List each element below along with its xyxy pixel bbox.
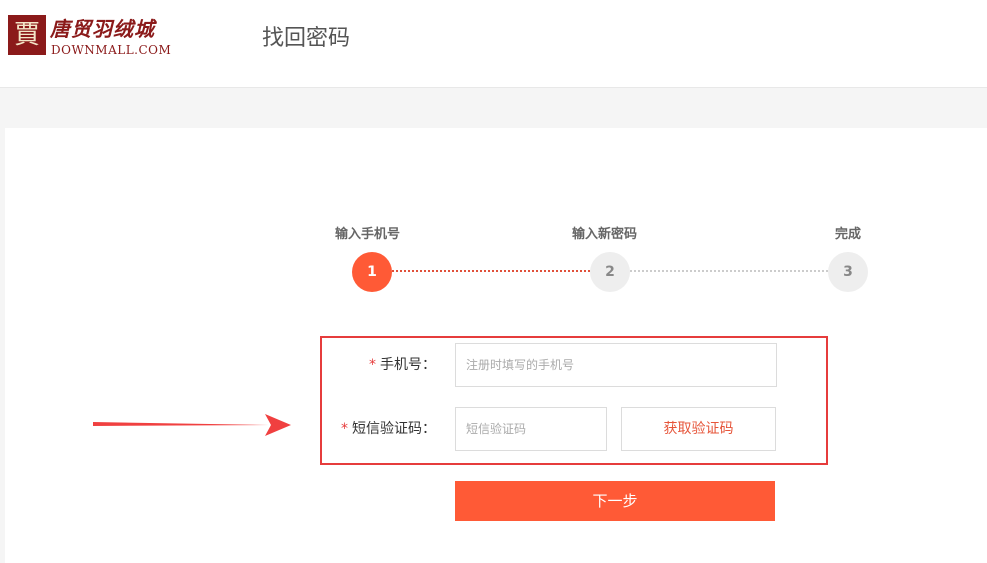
next-step-button[interactable]: 下一步 xyxy=(455,481,775,521)
logo-seal-icon[interactable]: 賈 xyxy=(8,15,46,55)
sms-code-input[interactable] xyxy=(455,407,607,451)
page-title: 找回密码 xyxy=(262,26,351,51)
get-code-button[interactable]: 获取验证码 xyxy=(621,407,776,451)
required-mark: * xyxy=(341,421,348,437)
logo-text[interactable]: 唐贸羽绒城 xyxy=(50,13,155,42)
step-connector-2 xyxy=(630,270,828,272)
step-connector-1 xyxy=(392,270,590,272)
step-3-label: 完成 xyxy=(835,227,862,242)
step-3-indicator: 3 xyxy=(828,252,868,292)
phone-label: * 手机号： xyxy=(360,354,436,374)
required-mark: * xyxy=(369,357,376,373)
phone-label-text: 手机号： xyxy=(380,357,436,373)
step-2-indicator: 2 xyxy=(590,252,630,292)
sms-label-text: 短信验证码： xyxy=(352,421,436,437)
sms-label: * 短信验证码： xyxy=(330,418,436,438)
annotation-arrow-icon xyxy=(93,414,291,436)
site-header: 賈 唐贸羽绒城 DOWNMALL.COM 找回密码 xyxy=(0,0,987,88)
logo-domain[interactable]: DOWNMALL.COM xyxy=(51,43,171,57)
step-1-indicator: 1 xyxy=(352,252,392,292)
step-1-label: 输入手机号 xyxy=(335,227,401,242)
step-2-label: 输入新密码 xyxy=(572,227,638,242)
phone-input[interactable] xyxy=(455,343,777,387)
